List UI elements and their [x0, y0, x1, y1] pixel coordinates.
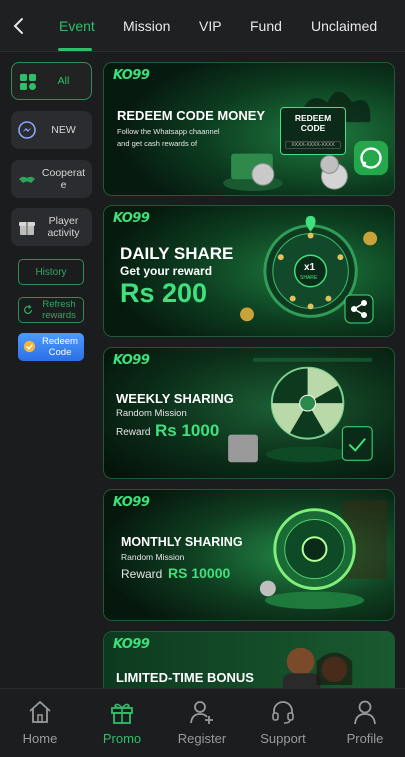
- card-title: REDEEM CODE MONEY: [117, 108, 266, 123]
- history-button[interactable]: History: [18, 259, 84, 285]
- tab-fund[interactable]: Fund: [250, 18, 282, 34]
- grid-icon: [20, 74, 36, 90]
- card-title: LIMITED-TIME BONUS: [116, 670, 254, 685]
- nav-label: Promo: [102, 731, 142, 746]
- card-reward-label: Reward: [121, 567, 163, 581]
- handshake-icon: [19, 176, 35, 183]
- card-title: WEEKLY SHARING: [116, 391, 234, 406]
- card-subtitle: Get your reward: [120, 264, 213, 278]
- card-subtitle: Random Mission: [116, 408, 187, 419]
- redeem-code-box: REDEEM CODE XXXX-XXXX-XXXX: [280, 107, 346, 155]
- sidebar-item-label: Player activity: [47, 215, 80, 239]
- redeem-icon: [23, 340, 36, 353]
- card-line-2: and get cash rewards of: [117, 139, 198, 148]
- tab-mission[interactable]: Mission: [123, 18, 170, 34]
- card-title: DAILY SHARE: [120, 244, 234, 263]
- refresh-rewards-label: Refresh rewards: [42, 299, 76, 321]
- sidebar-item-label: NEW: [51, 124, 76, 136]
- promo-card-daily-share[interactable]: KO99 DAILY SHARE Get your reward Rs 200 …: [103, 205, 395, 337]
- sidebar-item-all[interactable]: All: [11, 62, 92, 100]
- tab-unclaimed[interactable]: Unclaimed: [311, 18, 377, 34]
- nav-home[interactable]: Home: [5, 699, 75, 746]
- redeem-box-code: XXXX-XXXX-XXXX: [285, 141, 341, 149]
- tab-vip[interactable]: VIP: [199, 18, 222, 34]
- promo-card-monthly-sharing[interactable]: KO99 MONTHLY SHARING Random Mission Rewa…: [103, 489, 395, 621]
- back-arrow-icon[interactable]: [8, 14, 30, 38]
- brand-logo: KO99: [113, 353, 150, 368]
- nav-promo[interactable]: Promo: [87, 699, 157, 746]
- brand-logo: KO99: [113, 495, 150, 510]
- sidebar-item-cooperate[interactable]: Cooperat e: [11, 160, 92, 198]
- nav-label: Profile: [346, 731, 384, 746]
- nav-label: Home: [22, 731, 58, 746]
- redeem-code-button[interactable]: Redeem Code: [18, 333, 84, 361]
- card-subtitle: Random Mission: [121, 552, 185, 562]
- top-tab-bar: Event Mission VIP Fund Unclaimed: [0, 0, 405, 52]
- tab-event[interactable]: Event: [59, 18, 95, 34]
- card-amount: Rs 200: [120, 278, 208, 308]
- sidebar-item-label: All: [57, 75, 70, 87]
- nav-profile[interactable]: Profile: [330, 699, 400, 746]
- gift-icon: [111, 703, 133, 724]
- card-amount: RS 10000: [168, 565, 231, 581]
- messenger-icon: [18, 121, 36, 139]
- brand-logo: KO99: [113, 211, 150, 226]
- promo-card-redeem-code[interactable]: KO99 REDEEM CODE MONEY Follow the Whatsa…: [103, 62, 395, 196]
- headset-icon: [272, 701, 294, 724]
- nav-register[interactable]: Register: [167, 699, 237, 746]
- sidebar-item-new[interactable]: NEW: [11, 111, 92, 149]
- sidebar-item-player-activity[interactable]: Player activity: [11, 208, 92, 246]
- home-icon: [29, 700, 51, 723]
- nav-label: Register: [177, 731, 227, 746]
- card-reward-label: Reward: [116, 427, 151, 438]
- nav-label: Support: [260, 731, 306, 746]
- wheel-center-value: x1: [304, 262, 316, 273]
- card-amount: Rs 1000: [155, 421, 220, 440]
- whatsapp-icon: [353, 140, 389, 176]
- refresh-icon: [23, 304, 33, 314]
- active-tab-indicator: [58, 48, 92, 51]
- redeem-code-label: Redeem Code: [42, 336, 78, 358]
- promo-card-limited-time-bonus[interactable]: KO99 LIMITED-TIME BONUS: [103, 631, 395, 688]
- card-title: MONTHLY SHARING: [121, 535, 243, 549]
- sidebar-item-label: Cooperat e: [41, 167, 86, 191]
- nav-support[interactable]: Support: [248, 699, 318, 746]
- brand-logo: KO99: [113, 637, 150, 652]
- gift-icon: [19, 222, 35, 235]
- redeem-box-title: REDEEM CODE: [294, 113, 332, 133]
- share-icon: [344, 294, 374, 324]
- promo-card-weekly-sharing[interactable]: KO99 WEEKLY SHARING Random Mission Rewar…: [103, 347, 395, 479]
- user-icon: [354, 700, 376, 725]
- card-line-1: Follow the Whatsapp chaannel: [117, 127, 220, 136]
- add-user-icon: [190, 701, 213, 724]
- brand-logo: KO99: [113, 68, 150, 83]
- wheel-center-label: SHARE: [300, 275, 318, 281]
- bottom-navigation: Home Promo Register Support Profile: [0, 688, 405, 757]
- refresh-rewards-button[interactable]: Refresh rewards: [18, 297, 84, 323]
